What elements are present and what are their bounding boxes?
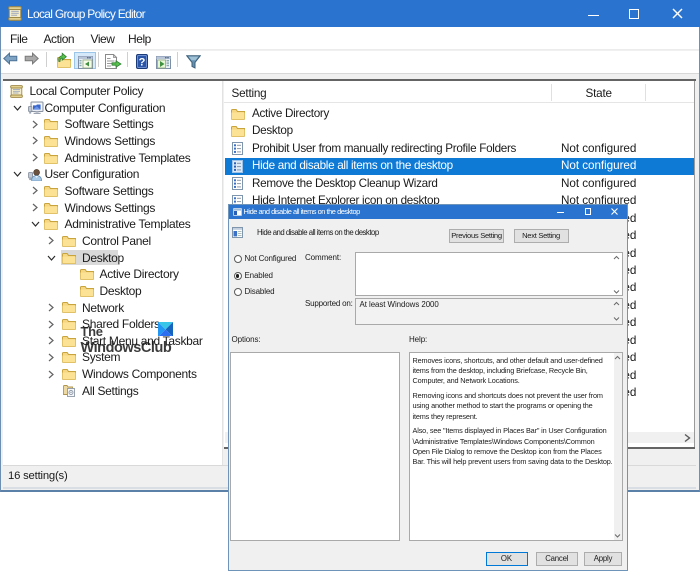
svg-text:?: ? <box>139 56 146 68</box>
